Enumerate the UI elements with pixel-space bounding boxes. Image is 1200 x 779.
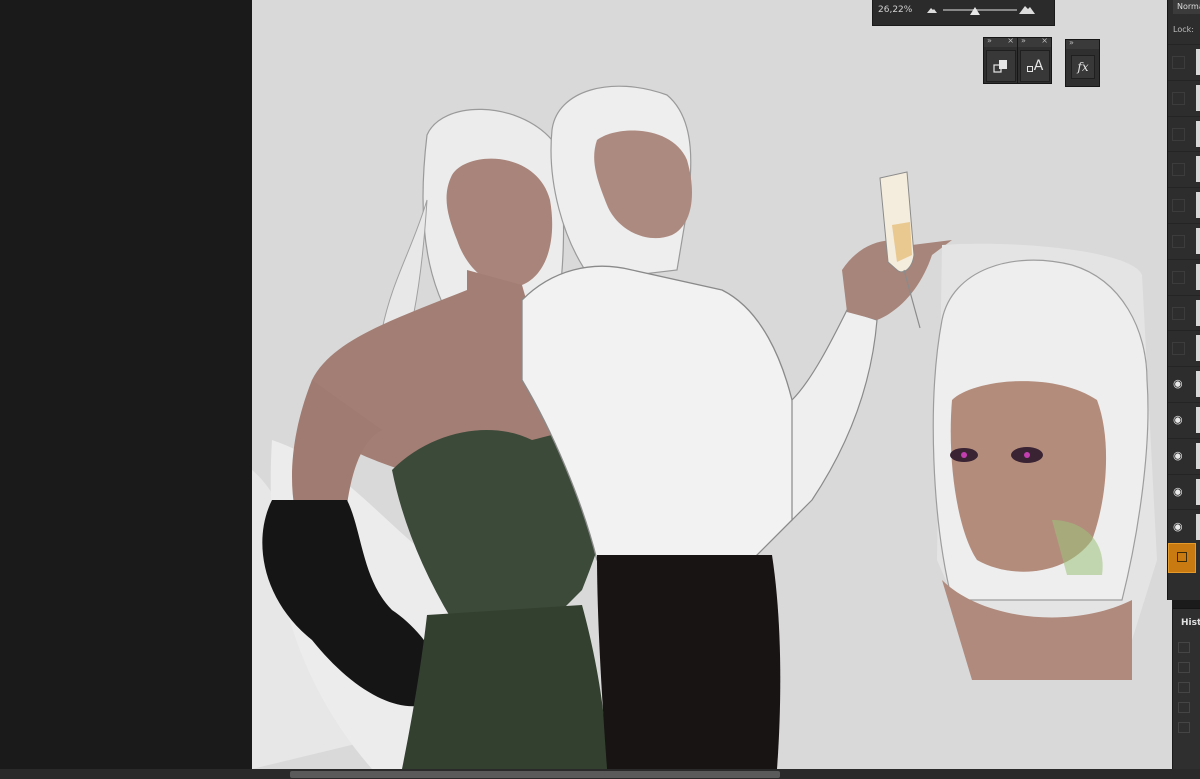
layer-thumbnail bbox=[1196, 49, 1200, 75]
layer-thumbnail bbox=[1196, 479, 1200, 505]
history-item[interactable] bbox=[1178, 662, 1190, 673]
eye-icon[interactable]: ◉ bbox=[1173, 377, 1183, 390]
collapse-icon[interactable]: » bbox=[987, 36, 992, 45]
eye-icon[interactable]: ◉ bbox=[1173, 449, 1183, 462]
layer-thumbnail bbox=[1196, 85, 1200, 111]
layer-row[interactable] bbox=[1168, 259, 1200, 294]
small-square-icon bbox=[1026, 66, 1033, 72]
visibility-toggle[interactable] bbox=[1172, 163, 1185, 176]
lock-label: Lock: bbox=[1173, 25, 1194, 34]
layer-row[interactable]: ◉ bbox=[1168, 402, 1200, 437]
layer-thumbnail bbox=[1196, 156, 1200, 182]
layer-thumbnail bbox=[1196, 443, 1200, 469]
history-item[interactable] bbox=[1178, 642, 1190, 653]
layer-row[interactable] bbox=[1168, 80, 1200, 115]
layer-thumbnail bbox=[1196, 192, 1200, 218]
floating-panel-character: » × A bbox=[1017, 36, 1052, 84]
visibility-toggle[interactable] bbox=[1172, 342, 1185, 355]
history-item[interactable] bbox=[1178, 702, 1190, 713]
layer-row[interactable]: ◉ bbox=[1168, 438, 1200, 473]
floating-panel-clone-source: » × bbox=[983, 36, 1018, 84]
close-icon[interactable]: × bbox=[1041, 36, 1048, 45]
eye-icon[interactable]: ◉ bbox=[1173, 485, 1183, 498]
layer-row[interactable] bbox=[1168, 330, 1200, 365]
history-item[interactable] bbox=[1178, 682, 1190, 693]
layer-thumbnail bbox=[1196, 371, 1200, 397]
zoom-slider-thumb[interactable] bbox=[970, 7, 980, 15]
zoom-percentage[interactable]: 26,22% bbox=[878, 5, 912, 15]
visibility-toggle[interactable] bbox=[1172, 56, 1185, 69]
layer-thumbnail bbox=[1196, 514, 1200, 540]
panel-titlebar[interactable]: » bbox=[1066, 38, 1099, 49]
artwork-canvas[interactable] bbox=[252, 0, 1172, 769]
layer-row[interactable] bbox=[1168, 44, 1200, 79]
layer-thumbnail bbox=[1196, 121, 1200, 147]
visibility-toggle[interactable] bbox=[1172, 235, 1185, 248]
history-item[interactable] bbox=[1178, 722, 1190, 733]
layer-thumbnail bbox=[1196, 228, 1200, 254]
layer-thumbnail bbox=[1196, 264, 1200, 290]
navigator-panel: 26,22% bbox=[872, 0, 1055, 26]
floating-panel-layer-styles: » fx bbox=[1065, 38, 1100, 87]
artwork-illustration bbox=[252, 85, 1157, 769]
collapse-icon[interactable]: » bbox=[1021, 36, 1026, 45]
eye-icon[interactable]: ◉ bbox=[1173, 413, 1183, 426]
horizontal-scrollbar-thumb[interactable] bbox=[290, 771, 780, 778]
layer-thumbnail bbox=[1196, 335, 1200, 361]
collapse-icon[interactable]: » bbox=[1069, 38, 1074, 47]
mountain-large-icon[interactable] bbox=[1019, 5, 1035, 14]
layer-row[interactable]: ◉ bbox=[1168, 366, 1200, 401]
history-panel-title[interactable]: History bbox=[1181, 618, 1200, 628]
layer-row[interactable] bbox=[1168, 151, 1200, 186]
visibility-toggle[interactable] bbox=[1172, 271, 1185, 284]
layer-row[interactable] bbox=[1168, 187, 1200, 222]
blend-mode-dropdown[interactable]: Normal bbox=[1173, 0, 1200, 14]
layer-thumbnail bbox=[1196, 407, 1200, 433]
panel-titlebar[interactable]: » × bbox=[984, 36, 1017, 47]
mountain-small-icon[interactable] bbox=[927, 7, 937, 13]
layer-thumbnail bbox=[1177, 552, 1187, 562]
layer-styles-button[interactable]: fx bbox=[1071, 55, 1095, 79]
character-text-icon: A bbox=[1033, 58, 1044, 74]
active-layer-row[interactable] bbox=[1168, 543, 1196, 573]
clone-source-button[interactable] bbox=[986, 50, 1016, 82]
visibility-toggle[interactable] bbox=[1172, 92, 1185, 105]
clone-stamp-icon bbox=[993, 60, 1007, 73]
visibility-toggle[interactable] bbox=[1172, 128, 1185, 141]
visibility-toggle[interactable] bbox=[1172, 307, 1185, 320]
workspace-background bbox=[0, 0, 252, 779]
layer-row[interactable]: ◉ bbox=[1168, 474, 1200, 509]
layer-row[interactable] bbox=[1168, 116, 1200, 151]
fx-icon: fx bbox=[1077, 60, 1089, 74]
panel-titlebar[interactable]: » × bbox=[1018, 36, 1051, 47]
character-panel-button[interactable]: A bbox=[1020, 50, 1050, 82]
layer-row[interactable] bbox=[1168, 295, 1200, 330]
visibility-toggle[interactable] bbox=[1172, 199, 1185, 212]
layer-row[interactable]: ◉ bbox=[1168, 509, 1200, 544]
zoom-slider-track[interactable] bbox=[943, 9, 1017, 11]
layer-row[interactable] bbox=[1168, 223, 1200, 258]
close-icon[interactable]: × bbox=[1007, 36, 1014, 45]
layer-thumbnail bbox=[1196, 300, 1200, 326]
eye-icon[interactable]: ◉ bbox=[1173, 520, 1183, 533]
